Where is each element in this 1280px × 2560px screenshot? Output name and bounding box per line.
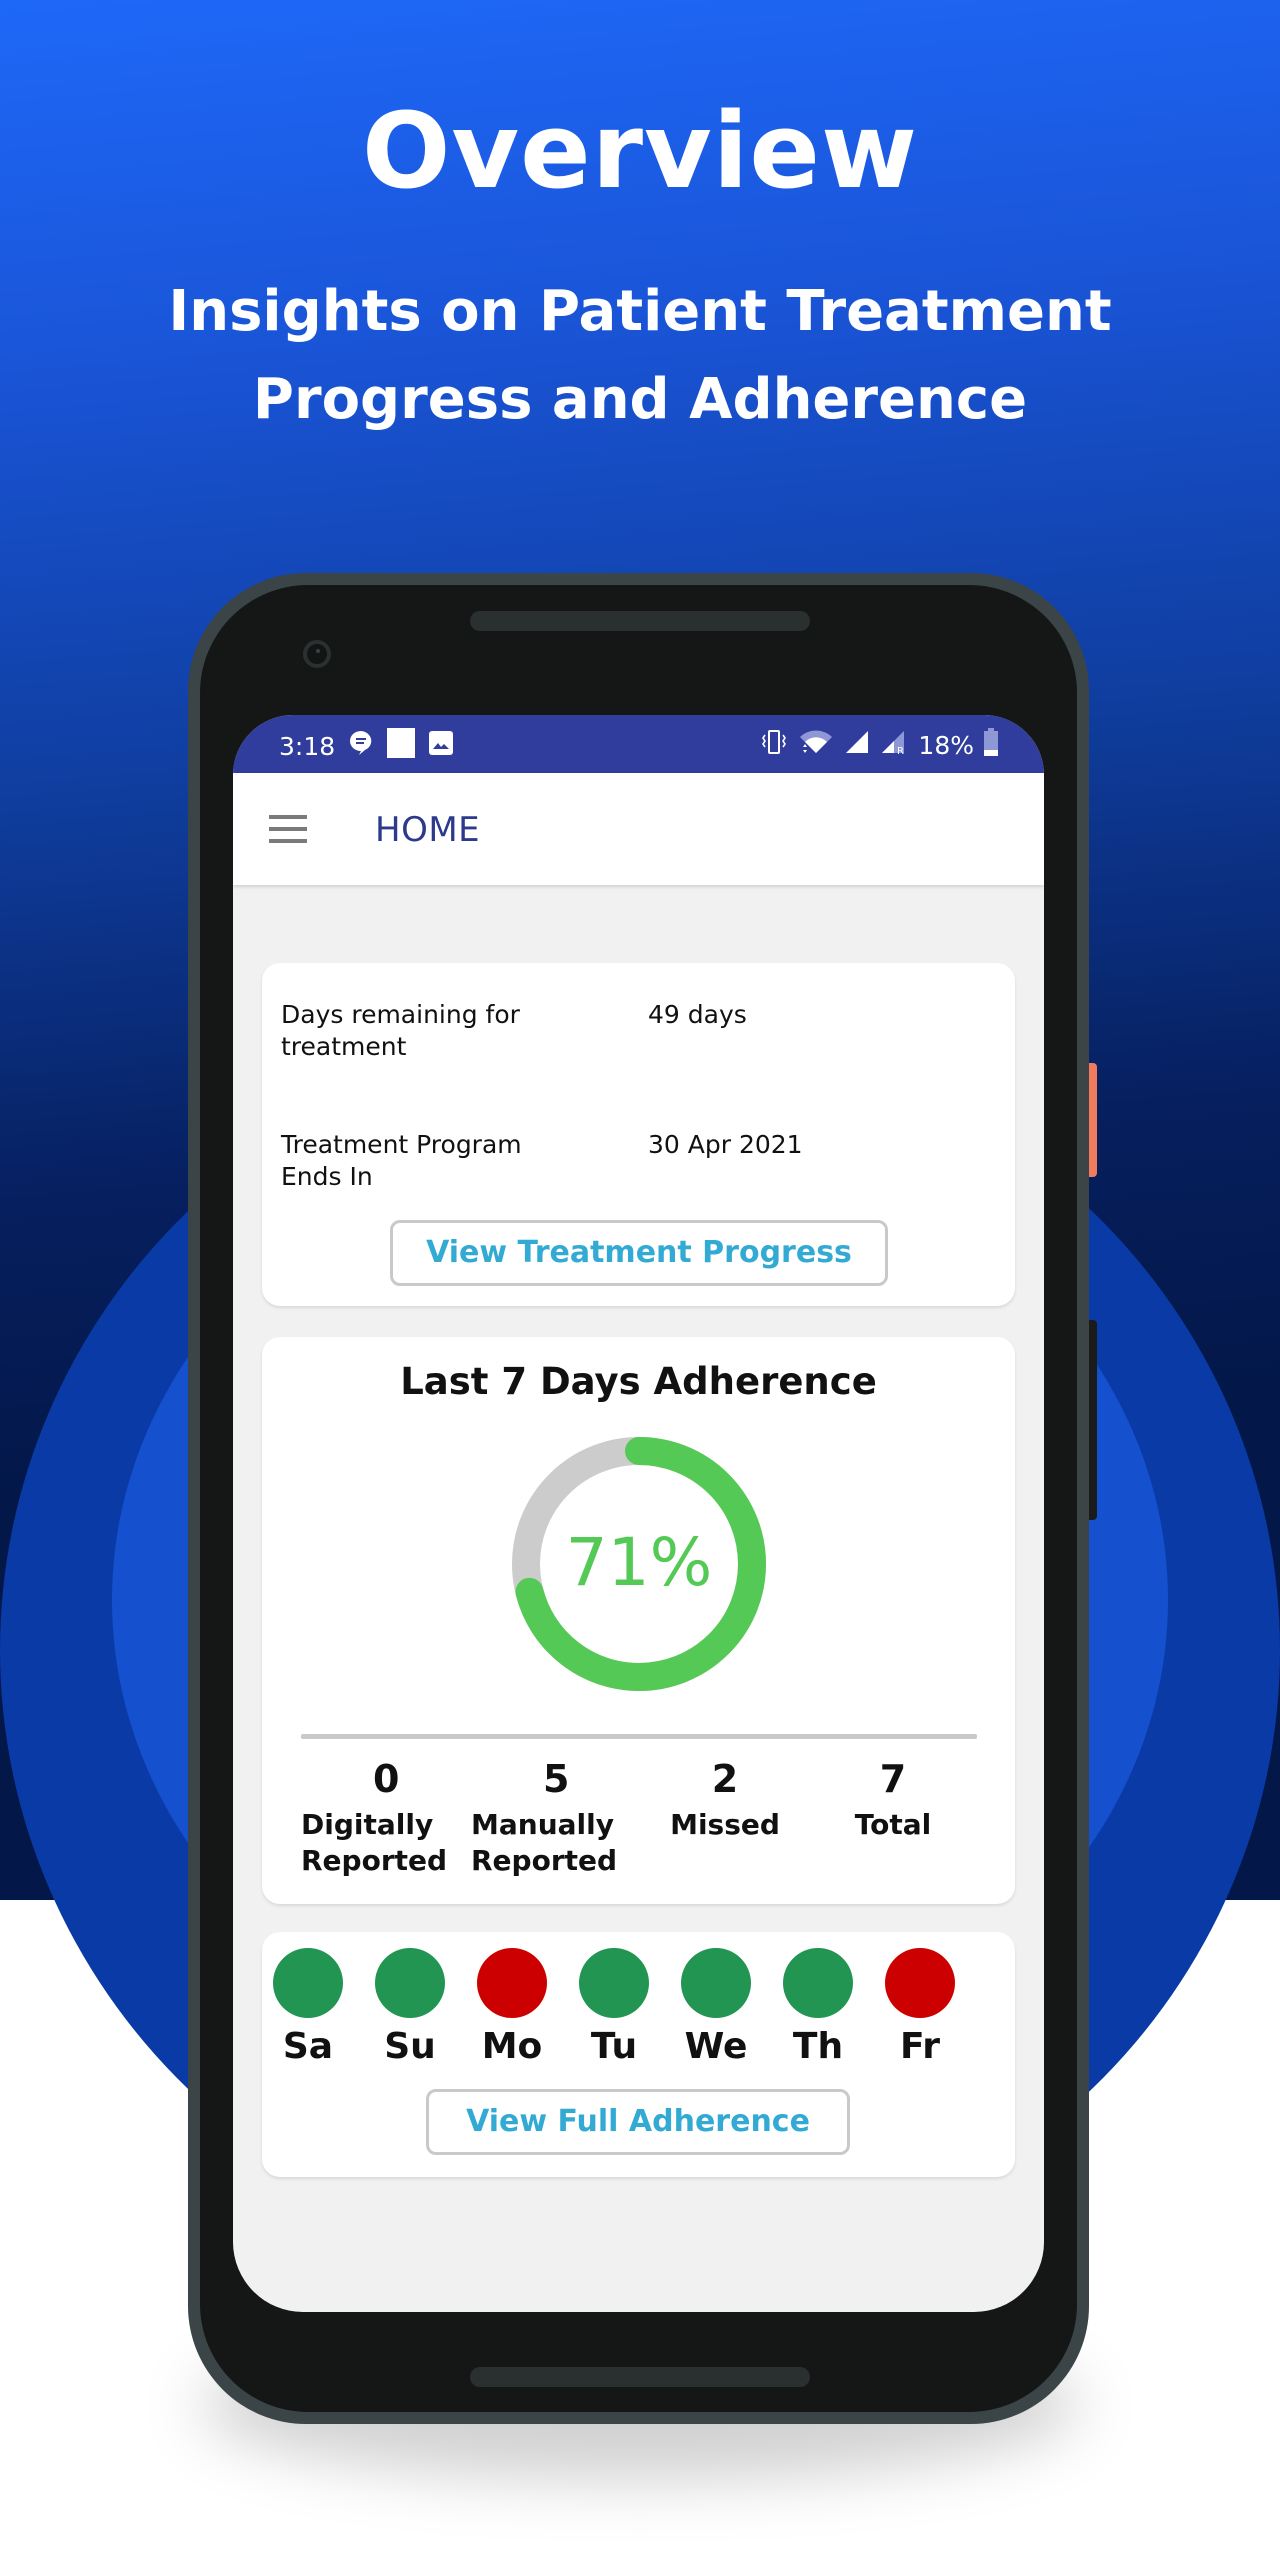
- day-label: We: [684, 2026, 748, 2067]
- signal-icon: [844, 729, 870, 761]
- stat-value: 7: [879, 1757, 907, 1801]
- adherence-percent: 71%: [566, 1524, 713, 1601]
- signal-roaming-icon: R: [880, 729, 908, 761]
- day-label: Mo: [481, 2026, 543, 2067]
- hero-subtitle: Insights on Patient Treatment Progress a…: [0, 268, 1280, 444]
- status-bar: 3:18 R 18%: [233, 715, 1044, 773]
- stat-label: Missed: [670, 1808, 780, 1841]
- hero-subtitle-line: Insights on Patient Treatment: [168, 279, 1112, 344]
- clock: 3:18: [279, 731, 336, 761]
- day-label: Th: [792, 2026, 844, 2067]
- battery-icon: [984, 728, 998, 762]
- day-status-dot: [783, 1948, 853, 2018]
- day-item: Tu: [574, 1948, 654, 2067]
- day-status-dot: [885, 1948, 955, 2018]
- stat-manually-reported: 5 Manually Reported: [471, 1757, 641, 1879]
- bottom-speaker: [470, 2367, 810, 2387]
- front-camera-icon: [303, 640, 331, 668]
- volume-button: [1089, 1320, 1097, 1520]
- stat-value: 5: [543, 1757, 570, 1801]
- hero-title: Overview: [361, 90, 919, 212]
- stat-label: Manually Reported: [471, 1808, 618, 1877]
- program-end-label: Treatment Program Ends In: [281, 1130, 522, 1191]
- stat-digitally-reported: 0 Digitally Reported: [301, 1757, 471, 1879]
- day-status-dot: [681, 1948, 751, 2018]
- day-label: Tu: [590, 2026, 638, 2067]
- day-label: Fr: [899, 2026, 941, 2067]
- day-status-dot: [375, 1948, 445, 2018]
- days-remaining-value: 49 days: [648, 1000, 747, 1029]
- image-notification-icon: [429, 731, 454, 761]
- day-label: Su: [384, 2026, 436, 2067]
- program-end-value: 30 Apr 2021: [648, 1130, 803, 1159]
- battery-percent: 18%: [918, 730, 974, 760]
- day-status-dot: [579, 1948, 649, 2018]
- stat-value: 2: [711, 1757, 739, 1801]
- chat-notification-icon: [349, 730, 373, 762]
- blank-notification-icon: [387, 728, 416, 764]
- svg-text:R: R: [897, 746, 904, 755]
- day-item: Sa: [268, 1948, 348, 2067]
- day-item: We: [676, 1948, 756, 2067]
- app-bar: HOME: [233, 773, 1044, 885]
- day-item: Su: [370, 1948, 450, 2067]
- day-item: Fr: [880, 1948, 960, 2067]
- stat-value: 0: [373, 1757, 400, 1801]
- adherence-donut: 71%: [512, 1437, 766, 1691]
- wifi-icon: [798, 729, 834, 761]
- hero-subtitle-line: Progress and Adherence: [252, 367, 1028, 432]
- days-remaining-label: Days remaining for treatment: [281, 1000, 520, 1061]
- stat-missed: 2 Missed: [650, 1757, 800, 1843]
- adherence-card: Last 7 Days Adherence 71% 0 Digitally Re…: [262, 1337, 1015, 1904]
- view-full-adherence-button[interactable]: View Full Adherence: [426, 2089, 850, 2155]
- hamburger-menu-icon[interactable]: [269, 815, 307, 843]
- vibrate-icon: [760, 729, 788, 761]
- adherence-title: Last 7 Days Adherence: [400, 1360, 877, 1403]
- day-item: Th: [778, 1948, 858, 2067]
- view-treatment-progress-button[interactable]: View Treatment Progress: [390, 1220, 888, 1286]
- day-item: Mo: [472, 1948, 552, 2067]
- treatment-info-card: Days remaining for treatment 49 days Tre…: [262, 963, 1015, 1306]
- earpiece-speaker: [470, 611, 810, 631]
- phone-screen: 3:18 R 18% HOME Days remaining for treat…: [233, 715, 1044, 2312]
- status-left: 3:18: [279, 728, 454, 764]
- stat-total: 7 Total: [828, 1757, 958, 1843]
- stat-label: Total: [854, 1808, 932, 1841]
- day-status-dot: [477, 1948, 547, 2018]
- weekly-days-card: Sa Su Mo Tu We Th Fr View Full Adherence: [262, 1932, 1015, 2177]
- day-status-dot: [273, 1948, 343, 2018]
- power-button: [1089, 1063, 1097, 1177]
- day-label: Sa: [282, 2026, 334, 2067]
- status-right: R 18%: [760, 728, 998, 762]
- adherence-divider: [301, 1734, 977, 1739]
- page-title: HOME: [375, 810, 481, 850]
- stat-label: Digitally Reported: [301, 1808, 448, 1877]
